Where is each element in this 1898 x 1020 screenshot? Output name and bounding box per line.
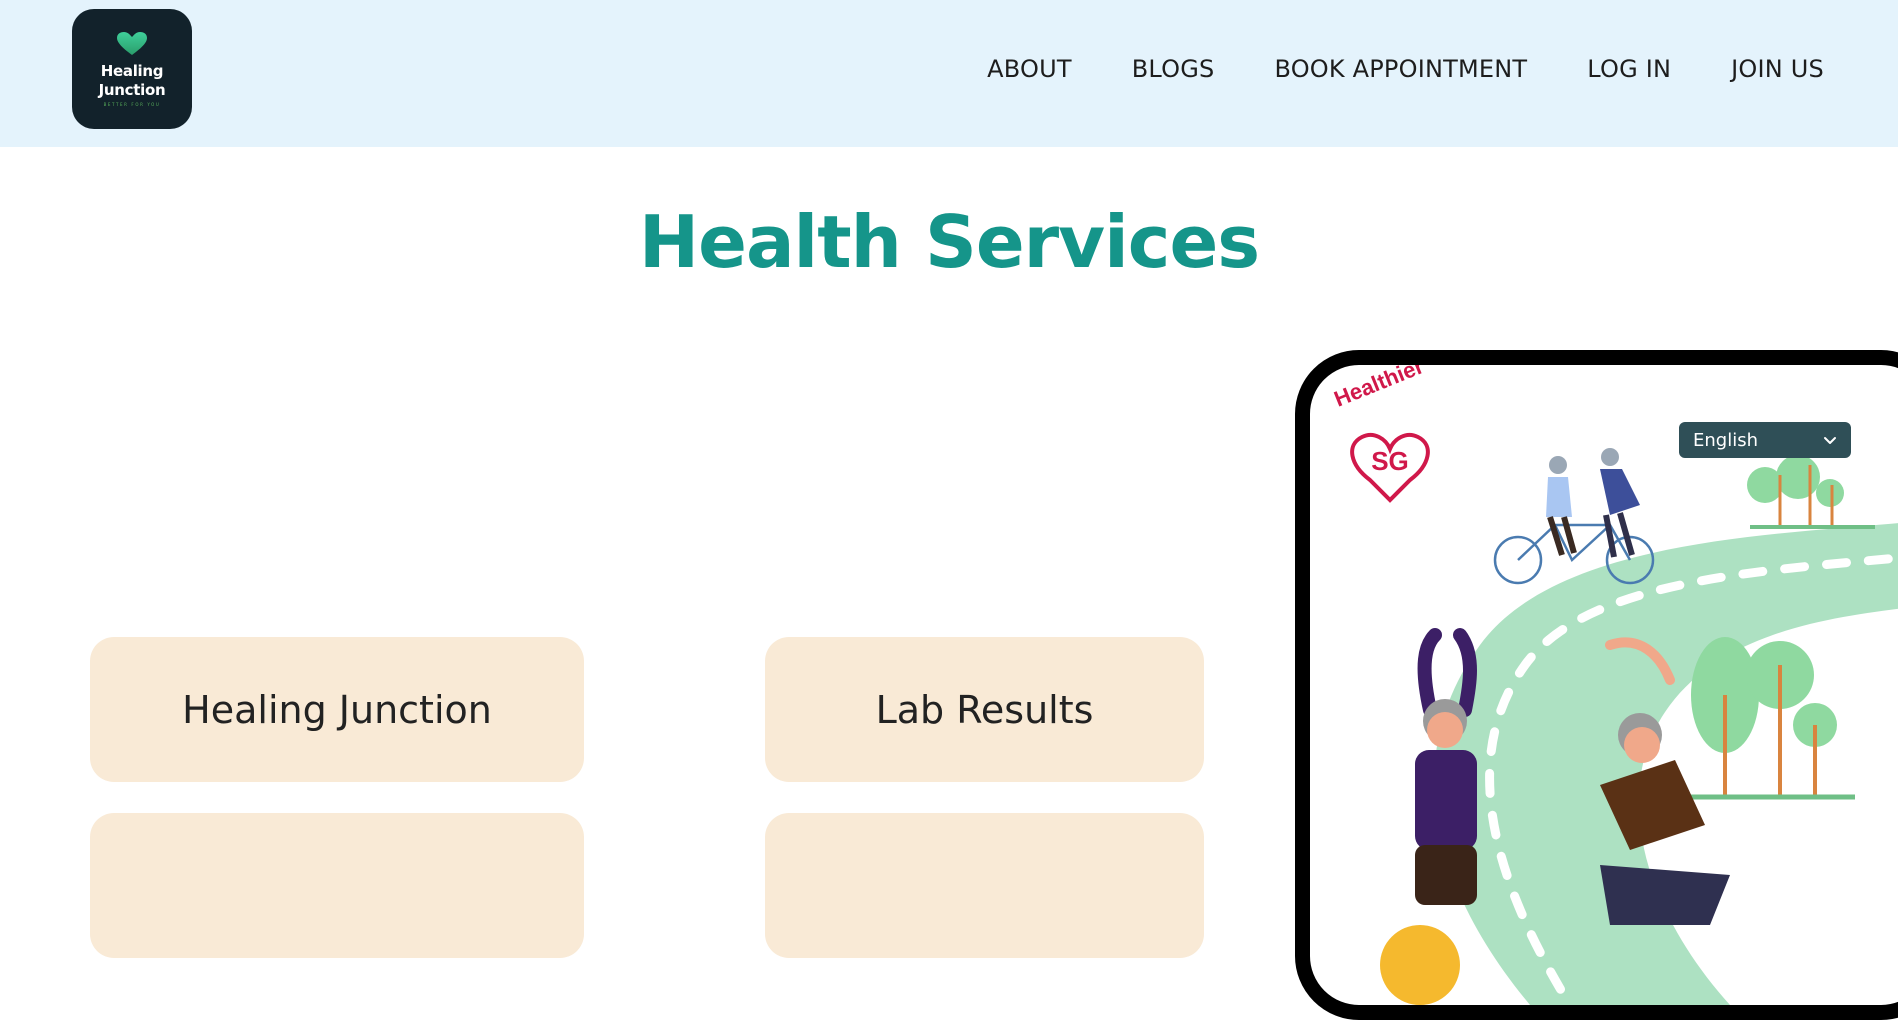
svg-text:Healthier: Healthier: [1331, 365, 1428, 412]
site-header: Healing Junction BETTER FOR YOU ABOUT BL…: [0, 0, 1898, 147]
logo[interactable]: Healing Junction BETTER FOR YOU: [72, 9, 192, 129]
logo-tagline: BETTER FOR YOU: [103, 101, 161, 107]
svg-text:SG: SG: [1371, 446, 1409, 476]
nav-join-us[interactable]: JOIN US: [1731, 55, 1824, 83]
healthier-sg-illustration: SG Healthier: [1331, 365, 1898, 1005]
chevron-down-icon: [1824, 437, 1836, 444]
language-select-value: English: [1693, 429, 1758, 451]
nav-log-in[interactable]: LOG IN: [1587, 55, 1671, 83]
tree-icon: [1690, 637, 1855, 800]
main-nav: ABOUT BLOGS BOOK APPOINTMENT LOG IN JOIN…: [987, 55, 1824, 83]
service-card-healing-junction[interactable]: Healing Junction: [90, 637, 584, 782]
heart-icon: [117, 31, 147, 55]
nav-book-appointment[interactable]: BOOK APPOINTMENT: [1274, 55, 1527, 83]
logo-name-line1: Healing: [100, 61, 164, 80]
service-card[interactable]: [90, 813, 584, 958]
language-select[interactable]: English: [1679, 422, 1851, 458]
nav-about[interactable]: ABOUT: [987, 55, 1072, 83]
tree-icon: [1747, 455, 1875, 529]
person-illustration: [1415, 628, 1477, 905]
logo-name-line2: Junction: [98, 80, 166, 99]
nav-blogs[interactable]: BLOGS: [1132, 55, 1215, 83]
service-card-lab-results[interactable]: Lab Results: [765, 637, 1204, 782]
healthier-sg-logo: SG Healthier: [1331, 365, 1430, 503]
service-card[interactable]: [765, 813, 1204, 958]
page-title: Health Services: [638, 200, 1260, 284]
service-card-label: Lab Results: [875, 687, 1094, 732]
service-card-label: Healing Junction: [182, 687, 492, 732]
